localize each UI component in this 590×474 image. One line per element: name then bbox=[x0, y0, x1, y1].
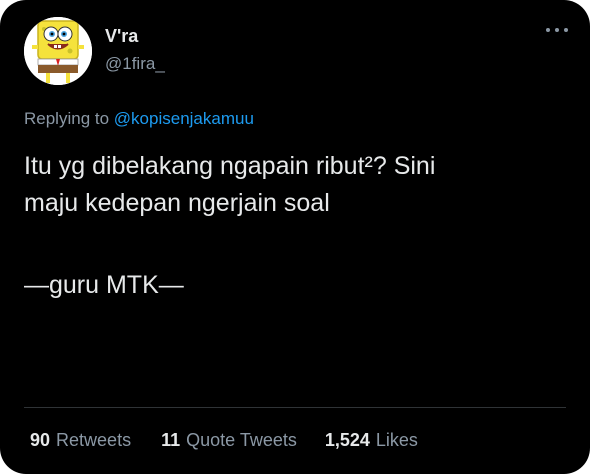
author-name[interactable]: V'ra bbox=[105, 26, 138, 47]
quote-tweets-label: Quote Tweets bbox=[186, 430, 297, 450]
tweet-stats: 90 Retweets 11 Quote Tweets 1,524 Likes bbox=[30, 430, 418, 451]
author-handle[interactable]: @1fira_ bbox=[105, 54, 165, 74]
quote-tweets-count: 11 bbox=[161, 430, 181, 450]
quote-tweets-stat[interactable]: 11 Quote Tweets bbox=[161, 430, 297, 451]
retweets-stat[interactable]: 90 Retweets bbox=[30, 430, 131, 451]
dot-icon bbox=[546, 28, 550, 32]
divider bbox=[24, 407, 566, 408]
tweet-signature: —guru MTK— bbox=[24, 271, 184, 299]
likes-stat[interactable]: 1,524 Likes bbox=[325, 430, 418, 451]
reply-mention-link[interactable]: @kopisenjakamuu bbox=[114, 109, 254, 128]
tweet-line: Itu yg dibelakang ngapain ribut²? Sini bbox=[24, 152, 436, 180]
likes-label: Likes bbox=[375, 430, 418, 450]
retweets-count: 90 bbox=[30, 430, 51, 450]
tweet-line: maju kedepan ngerjain soal bbox=[24, 189, 330, 217]
more-options-icon[interactable] bbox=[546, 24, 568, 36]
tweet-text: Itu yg dibelakang ngapain ribut²? Sini m… bbox=[24, 148, 564, 222]
avatar[interactable] bbox=[24, 17, 92, 85]
spongebob-avatar-icon bbox=[24, 17, 92, 85]
retweets-label: Retweets bbox=[56, 430, 132, 450]
replying-prefix: Replying to bbox=[24, 109, 110, 128]
dot-icon bbox=[564, 28, 568, 32]
likes-count: 1,524 bbox=[324, 430, 370, 450]
tweet-card: V'ra @1fira_ Replying to @kopisenjakamuu… bbox=[0, 0, 590, 474]
replying-to: Replying to @kopisenjakamuu bbox=[24, 109, 254, 129]
dot-icon bbox=[555, 28, 559, 32]
